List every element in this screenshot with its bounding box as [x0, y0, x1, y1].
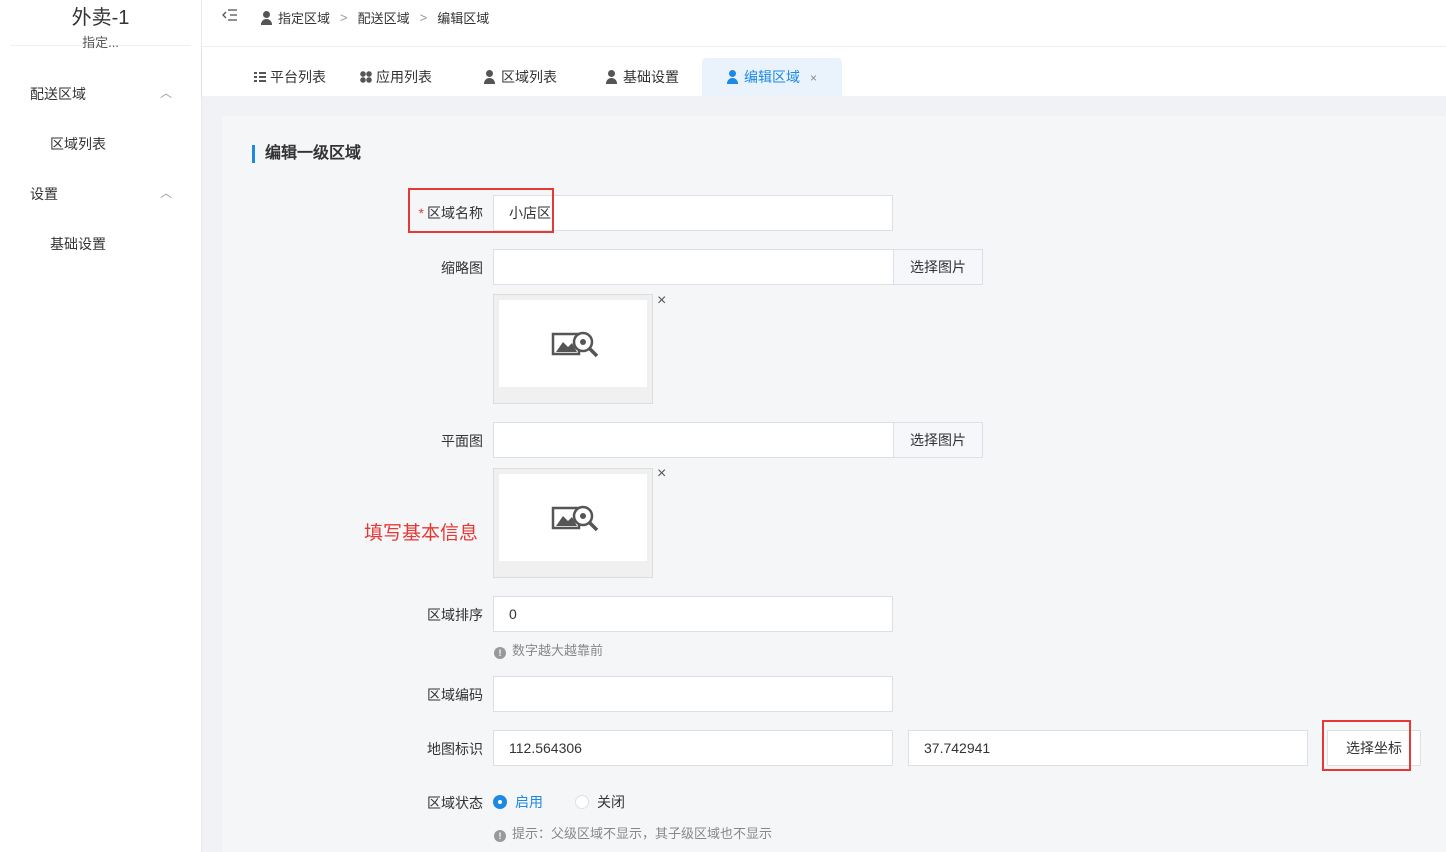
map-label: 地图标识 [427, 741, 483, 757]
chevron-up-icon[interactable]: ︿ [160, 84, 172, 101]
sort-input[interactable]: 0 [493, 596, 893, 632]
top-header: 指定区域 > 配送区域 > 编辑区域 [202, 0, 1446, 47]
menu-item-area-list[interactable]: 区域列表 [50, 134, 106, 154]
breadcrumb-item[interactable]: 配送区域 [358, 8, 410, 27]
thumbnail-input[interactable] [493, 249, 894, 285]
grid-icon [360, 71, 372, 83]
tab-app-list[interactable]: 应用列表 [350, 58, 442, 96]
menu-collapse-icon[interactable] [222, 8, 238, 22]
plan-input[interactable] [493, 422, 894, 458]
tab-area-list[interactable]: 区域列表 [473, 58, 567, 96]
tab-label: 基础设置 [623, 69, 679, 85]
status-enabled-radio[interactable]: 启用 [493, 792, 543, 812]
tab-edit-area[interactable]: 编辑区域 × [702, 58, 842, 96]
latitude-input[interactable]: 37.742941 [908, 730, 1308, 766]
remove-plan-icon[interactable]: × [657, 465, 666, 483]
breadcrumb-separator: > [419, 10, 428, 25]
page-title: 编辑一级区域 [252, 145, 361, 163]
remove-thumbnail-icon[interactable]: × [657, 292, 666, 310]
brand: 外卖-1 指定... [10, 0, 191, 50]
tab-basic-settings[interactable]: 基础设置 [595, 58, 689, 96]
menu-group-settings[interactable]: 设置 [30, 184, 58, 204]
breadcrumb-separator: > [340, 10, 348, 25]
user-icon [483, 70, 497, 84]
breadcrumb: 指定区域 > 配送区域 > 编辑区域 [260, 8, 489, 27]
longitude-input[interactable]: 112.564306 [493, 730, 893, 766]
code-input[interactable] [493, 676, 893, 712]
breadcrumb-item: 编辑区域 [437, 11, 490, 26]
image-search-icon [551, 331, 599, 358]
select-plan-button[interactable]: 选择图片 [893, 422, 983, 458]
menu-group-delivery[interactable]: 配送区域 [30, 84, 86, 104]
status-label: 区域状态 [427, 795, 483, 811]
tab-platform-list[interactable]: 平台列表 [244, 58, 336, 96]
breadcrumb-item[interactable]: 指定区域 [278, 8, 330, 27]
menu-item-basic-settings[interactable]: 基础设置 [50, 234, 106, 254]
chevron-up-icon[interactable]: ︿ [160, 184, 172, 201]
brand-title: 外卖-1 [71, 7, 130, 29]
info-icon: ! [494, 830, 506, 842]
brand-subtitle[interactable]: 指定... [10, 32, 191, 51]
plan-preview [493, 468, 653, 578]
sort-help: ! 数字越大越靠前 [494, 640, 603, 659]
thumbnail-label: 缩略图 [441, 260, 483, 276]
sort-label: 区域排序 [427, 607, 483, 623]
thumbnail-preview [493, 294, 653, 404]
select-coordinate-button[interactable]: 选择坐标 [1327, 730, 1421, 766]
user-icon [605, 70, 619, 84]
tab-label: 编辑区域 [744, 69, 800, 85]
tab-label: 区域列表 [501, 69, 557, 85]
tab-bar: 平台列表 应用列表 区域列表 基础设置 编辑区域 × [202, 48, 1446, 96]
tab-label: 应用列表 [376, 69, 432, 85]
sidebar: 外卖-1 指定... 配送区域 ︿ 区域列表 设置 ︿ 基础设置 [0, 0, 202, 852]
image-search-icon [551, 505, 599, 532]
select-thumbnail-button[interactable]: 选择图片 [893, 249, 983, 285]
close-icon[interactable]: × [810, 71, 817, 85]
info-icon: ! [494, 647, 506, 659]
plan-label: 平面图 [441, 433, 483, 449]
tab-label: 平台列表 [270, 69, 326, 85]
user-icon [260, 10, 274, 25]
code-label: 区域编码 [427, 687, 483, 703]
status-help: ! 提示：父级区域不显示，其子级区域也不显示 [494, 823, 772, 842]
annotation-text: 填写基本信息 [364, 523, 479, 544]
list-icon [254, 72, 266, 82]
name-label: * 区域名称 [418, 205, 483, 221]
name-input[interactable]: 小店区 [493, 195, 893, 231]
user-icon [726, 70, 740, 84]
status-disabled-radio[interactable]: 关闭 [575, 792, 625, 812]
